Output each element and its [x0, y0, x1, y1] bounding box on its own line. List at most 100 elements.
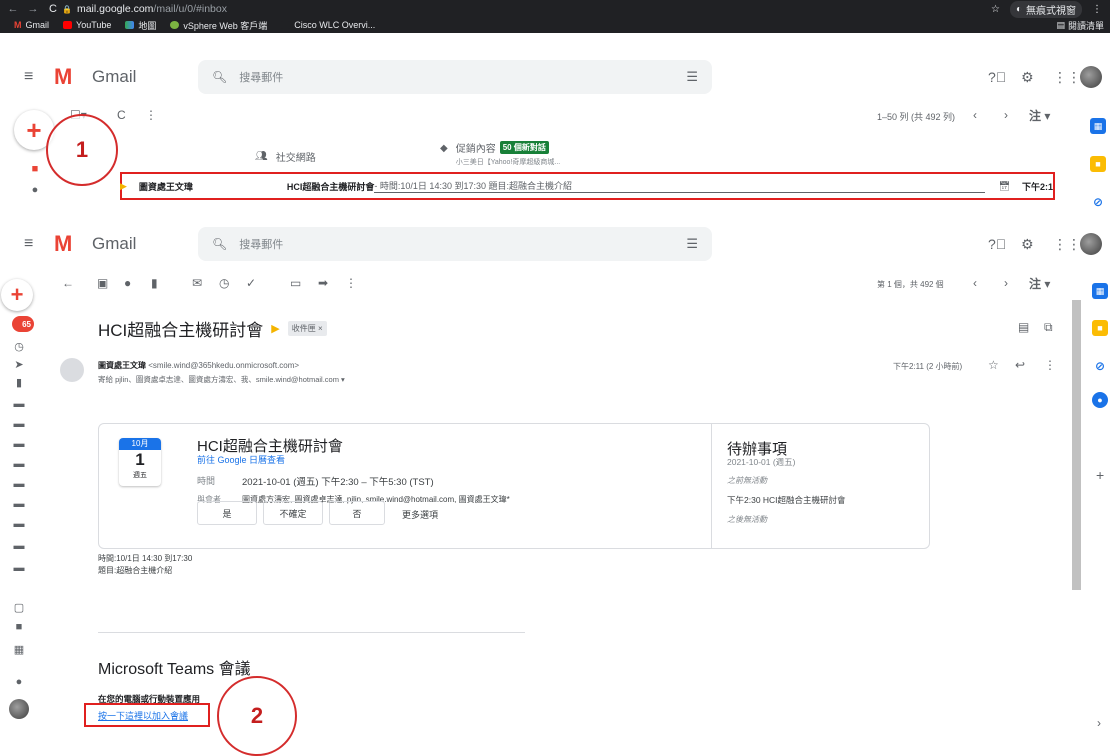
search-options-icon[interactable]: ☰	[686, 69, 698, 85]
keep-app-icon[interactable]: ■	[1090, 156, 1106, 172]
more-icon[interactable]: ⋮	[1044, 358, 1056, 372]
calendar-app-icon[interactable]: ▦	[1092, 283, 1108, 299]
back-icon[interactable]: ←	[6, 3, 20, 15]
label-8-icon[interactable]: ▬	[12, 540, 26, 552]
refresh-icon[interactable]: C	[117, 108, 126, 122]
new-window-icon[interactable]: ⧉	[1044, 320, 1053, 335]
more-icon[interactable]: ⋮	[345, 276, 357, 290]
search-input[interactable]: 搜尋郵件	[239, 236, 283, 252]
incognito-indicator[interactable]: ◐ 無痕式視窗	[1009, 1, 1082, 18]
more-icon[interactable]: ⋮	[145, 108, 157, 122]
contacts-app-icon[interactable]: ●	[1092, 392, 1108, 408]
avatar[interactable]	[1080, 66, 1102, 88]
label-2-icon[interactable]: ▬	[12, 418, 26, 430]
importance-icon[interactable]: ▶	[271, 322, 279, 335]
label-icon[interactable]: ➡	[318, 276, 328, 290]
tab-promotions[interactable]: ◆ 促銷內容 50 個新對話 小三美日【Yahoo!奇摩超級商城...	[440, 140, 560, 167]
search-options-icon[interactable]: ☰	[686, 236, 698, 252]
scrollbar[interactable]	[1072, 300, 1081, 590]
browser-actions: ☆ ◐ 無痕式視窗 ⋮	[991, 1, 1102, 18]
star-icon[interactable]: ☆	[991, 4, 1000, 15]
prev-page-icon[interactable]: ‹	[973, 108, 977, 122]
add-task-icon[interactable]: ✓	[246, 276, 256, 290]
snoozed-icon[interactable]: ◷	[12, 340, 26, 353]
move-to-icon[interactable]: ▭	[290, 276, 301, 290]
archive-icon[interactable]: ▣	[97, 276, 108, 290]
mark-unread-icon[interactable]: ✉	[192, 276, 202, 290]
reload-icon[interactable]: C	[46, 3, 60, 15]
label-1-icon[interactable]: ▬	[12, 398, 26, 410]
search-icon[interactable]: 🔍︎	[212, 70, 227, 84]
menu-icon[interactable]: ≡	[24, 235, 33, 253]
bookmark-vsphere[interactable]: vSphere Web 客戶端	[170, 19, 267, 32]
reading-list[interactable]: ▤ 閱讀清單	[1056, 17, 1104, 33]
delete-icon[interactable]: ▮	[151, 276, 158, 290]
label-5-icon[interactable]: ▬	[12, 478, 26, 490]
rsvp-no-button[interactable]: 否	[329, 501, 385, 525]
back-to-inbox-icon[interactable]: ←	[62, 276, 74, 290]
search-icon[interactable]: 🔍︎	[212, 237, 227, 251]
search-box[interactable]: 🔍︎ 搜尋郵件 ☰	[198, 60, 712, 94]
browser-menu-icon[interactable]: ⋮	[1092, 4, 1102, 15]
tasks-app-icon[interactable]: ⊘	[1092, 358, 1108, 374]
keep-app-icon[interactable]: ■	[1092, 320, 1108, 336]
email-row[interactable]: ▶ 圖資處王文瑋 HCI超融合主機研討會 - 時間:10/1日 14:30 到1…	[120, 172, 1055, 200]
gmail-logo-icon[interactable]: M	[54, 231, 72, 257]
bookmark-cisco[interactable]: Cisco WLC Overvi...	[281, 20, 375, 30]
step-marker-2: 2	[217, 676, 297, 756]
recipients[interactable]: 寄給 pjlin、圖資處卓志達、圖資處方濤宏、我、smile.wind@hotm…	[98, 374, 345, 385]
meet-keyboard-icon[interactable]: ▦	[12, 643, 26, 656]
rsvp-more-options[interactable]: 更多選項	[402, 508, 438, 521]
hangouts-avatar[interactable]	[9, 699, 29, 719]
next-message-icon[interactable]: ›	[1004, 276, 1008, 290]
calendar-app-icon[interactable]: ▦	[1090, 118, 1106, 134]
next-page-icon[interactable]: ›	[1004, 108, 1008, 122]
menu-icon[interactable]: ≡	[24, 68, 33, 86]
reply-icon[interactable]: ↩	[1015, 358, 1025, 372]
search-input[interactable]: 搜尋郵件	[239, 69, 283, 85]
gcal-link[interactable]: 前往 Google 日曆查看	[197, 453, 285, 466]
search-box[interactable]: 🔍︎ 搜尋郵件 ☰	[198, 227, 712, 261]
avatar[interactable]	[1080, 233, 1102, 255]
forward-icon[interactable]: →	[26, 3, 40, 15]
bookmark-youtube[interactable]: YouTube	[63, 20, 111, 30]
help-icon[interactable]: ?⃝	[988, 236, 1006, 252]
label-3-icon[interactable]: ▬	[12, 438, 26, 450]
label-6-icon[interactable]: ▬	[12, 498, 26, 510]
star-icon[interactable]: ☆	[988, 358, 999, 372]
report-spam-icon[interactable]: ●	[124, 276, 131, 290]
snooze-icon[interactable]: ◷	[219, 276, 229, 290]
help-icon[interactable]: ?⃝	[988, 69, 1006, 85]
join-meeting-link[interactable]: 按一下這裡以加入會議	[98, 709, 188, 722]
address-bar[interactable]: 🔒 mail.google.com /mail/u/0/#inbox	[62, 2, 962, 16]
label-9-icon[interactable]: ▬	[12, 562, 26, 574]
agenda-event[interactable]: 下午2:30 HCI超融合主機研討會	[727, 494, 846, 506]
rsvp-yes-button[interactable]: 是	[197, 501, 257, 525]
input-tools[interactable]: 注 ▾	[1029, 107, 1050, 124]
print-icon[interactable]: ▤	[1018, 320, 1029, 334]
bookmark-gmail[interactable]: M Gmail	[14, 20, 49, 30]
importance-icon[interactable]: ▶	[120, 181, 127, 192]
inbox-icon[interactable]: ■	[28, 163, 42, 175]
rsvp-maybe-button[interactable]: 不確定	[263, 501, 323, 525]
inbox-label-chip[interactable]: 收件匣 ×	[287, 321, 327, 336]
sent-icon[interactable]: ➤	[12, 358, 26, 371]
settings-icon[interactable]: ⚙	[1021, 69, 1034, 86]
input-tools[interactable]: 注 ▾	[1029, 275, 1050, 292]
hangouts-icon[interactable]: ●	[12, 676, 26, 688]
bookmark-maps[interactable]: 地圖	[125, 19, 156, 32]
tasks-app-icon[interactable]: ⊘	[1090, 194, 1106, 210]
drafts-icon[interactable]: ▮	[12, 376, 26, 389]
settings-icon[interactable]: ⚙	[1021, 236, 1034, 253]
tab-social[interactable]: 👥︎ 社交網路	[255, 149, 316, 164]
label-7-icon[interactable]: ▬	[12, 518, 26, 530]
label-4-icon[interactable]: ▬	[12, 458, 26, 470]
snoozed-icon[interactable]: ●	[28, 184, 42, 196]
gmail-logo-icon[interactable]: M	[54, 64, 72, 90]
expand-panel-icon[interactable]: ›	[1097, 716, 1101, 730]
meet-video-icon[interactable]: ■	[12, 621, 26, 633]
prev-message-icon[interactable]: ‹	[973, 276, 977, 290]
meet-new-icon[interactable]: ▢	[12, 601, 26, 614]
inbox-unread-badge[interactable]: 65	[12, 316, 34, 332]
add-addon-icon[interactable]: +	[1096, 467, 1104, 483]
